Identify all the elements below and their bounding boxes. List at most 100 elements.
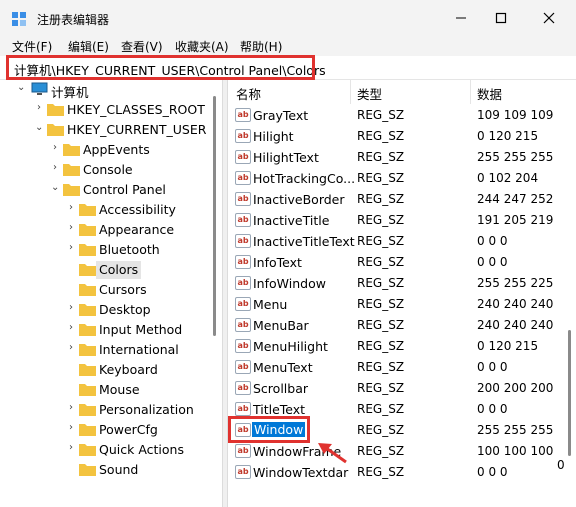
menu-help[interactable]: 帮助(H) xyxy=(240,38,282,55)
list-row[interactable]: ab InactiveBorder REG_SZ 244 247 252 xyxy=(228,189,576,210)
close-button[interactable] xyxy=(526,0,572,36)
list-row[interactable]: ab HilightText REG_SZ 255 255 255 xyxy=(228,147,576,168)
tree-label: Desktop xyxy=(99,302,151,317)
chevron-right-icon[interactable]: › xyxy=(69,222,73,233)
overflow-text: 0 xyxy=(557,458,565,472)
menu-view[interactable]: 查看(V) xyxy=(121,38,163,55)
tree-label: Keyboard xyxy=(99,362,158,377)
value-type: REG_SZ xyxy=(357,108,405,122)
tree-label: 计算机 xyxy=(51,85,89,100)
value-type: REG_SZ xyxy=(357,297,405,311)
list-row[interactable]: ab MenuHilight REG_SZ 0 120 215 xyxy=(228,336,576,357)
chevron-right-icon[interactable]: › xyxy=(53,162,57,173)
chevron-down-icon[interactable]: ⌄ xyxy=(51,182,59,193)
value-data: 255 255 255 xyxy=(477,150,554,164)
list-row[interactable]: ab InfoWindow REG_SZ 255 255 225 xyxy=(228,273,576,294)
folder-icon xyxy=(79,224,96,236)
tree-item-mouse[interactable]: Mouse xyxy=(0,380,222,400)
chevron-right-icon[interactable]: › xyxy=(53,142,57,153)
tree-label: Personalization xyxy=(99,402,194,417)
column-header-data[interactable]: 数据 xyxy=(477,84,502,103)
list-row[interactable]: ab GrayText REG_SZ 109 109 109 xyxy=(228,105,576,126)
chevron-down-icon[interactable]: ⌄ xyxy=(35,122,43,133)
tree-item-accessibility[interactable]: › Accessibility xyxy=(0,200,222,220)
menu-file[interactable]: 文件(F) xyxy=(12,38,52,55)
chevron-right-icon[interactable]: › xyxy=(69,202,73,213)
tree-item-console[interactable]: › Console xyxy=(0,160,222,180)
chevron-right-icon[interactable]: › xyxy=(69,242,73,253)
list-row[interactable]: ab InactiveTitleText REG_SZ 0 0 0 xyxy=(228,231,576,252)
string-value-icon: ab xyxy=(235,171,251,185)
string-value-icon: ab xyxy=(235,255,251,269)
tree-item-powercfg[interactable]: › PowerCfg xyxy=(0,420,222,440)
list-row[interactable]: ab MenuText REG_SZ 0 0 0 xyxy=(228,357,576,378)
values-scrollbar-thumb[interactable] xyxy=(568,330,571,456)
tree-item-appevents[interactable]: › AppEvents xyxy=(0,140,222,160)
column-header-type[interactable]: 类型 xyxy=(357,84,382,103)
tree-scrollbar-thumb[interactable] xyxy=(213,96,216,336)
tree-label: Cursors xyxy=(99,282,147,297)
value-type: REG_SZ xyxy=(357,171,405,185)
chevron-right-icon[interactable]: › xyxy=(69,322,73,333)
value-data: 0 120 215 xyxy=(477,129,539,143)
tree-item-computer[interactable]: ⌄ 计算机 xyxy=(0,80,222,100)
maximize-button[interactable] xyxy=(478,0,524,36)
value-data: 0 0 0 xyxy=(477,255,508,269)
chevron-right-icon[interactable]: › xyxy=(37,102,41,113)
string-value-icon: ab xyxy=(235,129,251,143)
chevron-down-icon[interactable]: ⌄ xyxy=(17,82,25,93)
tree-label: Input Method xyxy=(99,322,183,337)
chevron-right-icon[interactable]: › xyxy=(69,422,73,433)
value-data: 200 200 200 xyxy=(477,381,554,395)
column-divider[interactable] xyxy=(350,80,351,104)
tree-item-quick-actions[interactable]: › Quick Actions xyxy=(0,440,222,460)
chevron-right-icon[interactable]: › xyxy=(69,402,73,413)
list-row[interactable]: ab Scrollbar REG_SZ 200 200 200 xyxy=(228,378,576,399)
value-type: REG_SZ xyxy=(357,129,405,143)
tree-item-international[interactable]: › International xyxy=(0,340,222,360)
tree-item-cursors[interactable]: Cursors xyxy=(0,280,222,300)
tree-item-hkey-current-user[interactable]: ⌄ HKEY_CURRENT_USER xyxy=(0,120,222,140)
menu-edit[interactable]: 编辑(E) xyxy=(68,38,109,55)
string-value-icon: ab xyxy=(235,108,251,122)
tree-label: PowerCfg xyxy=(99,422,158,437)
column-header-name[interactable]: 名称 xyxy=(236,84,261,103)
string-value-icon: ab xyxy=(235,381,251,395)
value-name: Menu xyxy=(253,297,288,312)
list-row[interactable]: ab WindowTextdar REG_SZ 0 0 0 xyxy=(228,462,576,483)
tree-item-colors[interactable]: Colors xyxy=(0,260,222,280)
tree-item-input-method[interactable]: › Input Method xyxy=(0,320,222,340)
list-row[interactable]: ab HotTrackingCo... REG_SZ 0 102 204 xyxy=(228,168,576,189)
tree-item-sound[interactable]: Sound xyxy=(0,460,222,480)
tree-item-control-panel[interactable]: ⌄ Control Panel xyxy=(0,180,222,200)
menu-favorites[interactable]: 收藏夹(A) xyxy=(175,38,229,55)
tree-item-keyboard[interactable]: Keyboard xyxy=(0,360,222,380)
string-value-icon: ab xyxy=(235,444,251,458)
minimize-icon xyxy=(456,17,466,19)
window-title: 注册表编辑器 xyxy=(37,13,110,27)
string-value-icon: ab xyxy=(235,465,251,479)
tree-item-appearance[interactable]: › Appearance xyxy=(0,220,222,240)
list-row[interactable]: ab InfoText REG_SZ 0 0 0 xyxy=(228,252,576,273)
chevron-right-icon[interactable]: › xyxy=(69,302,73,313)
chevron-right-icon[interactable]: › xyxy=(69,442,73,453)
list-row[interactable]: ab Menu REG_SZ 240 240 240 xyxy=(228,294,576,315)
tree-item-desktop[interactable]: › Desktop xyxy=(0,300,222,320)
list-row[interactable]: ab InactiveTitle REG_SZ 191 205 219 xyxy=(228,210,576,231)
folder-icon xyxy=(79,344,96,356)
value-name: InfoText xyxy=(253,255,302,270)
tree-item-personalization[interactable]: › Personalization xyxy=(0,400,222,420)
value-name: InfoWindow xyxy=(253,276,326,291)
tree-item-bluetooth[interactable]: › Bluetooth xyxy=(0,240,222,260)
list-row[interactable]: ab WindowFrame REG_SZ 100 100 100 xyxy=(228,441,576,462)
column-divider[interactable] xyxy=(470,80,471,104)
list-row[interactable]: ab MenuBar REG_SZ 240 240 240 xyxy=(228,315,576,336)
tree-label: Sound xyxy=(99,462,139,477)
value-name: Scrollbar xyxy=(253,381,308,396)
chevron-right-icon[interactable]: › xyxy=(69,342,73,353)
tree-label: Quick Actions xyxy=(99,442,184,457)
value-name: MenuHilight xyxy=(253,339,328,354)
tree-item-hkey-classes-root[interactable]: › HKEY_CLASSES_ROOT xyxy=(0,100,222,120)
value-type: REG_SZ xyxy=(357,276,405,290)
list-row[interactable]: ab Hilight REG_SZ 0 120 215 xyxy=(228,126,576,147)
